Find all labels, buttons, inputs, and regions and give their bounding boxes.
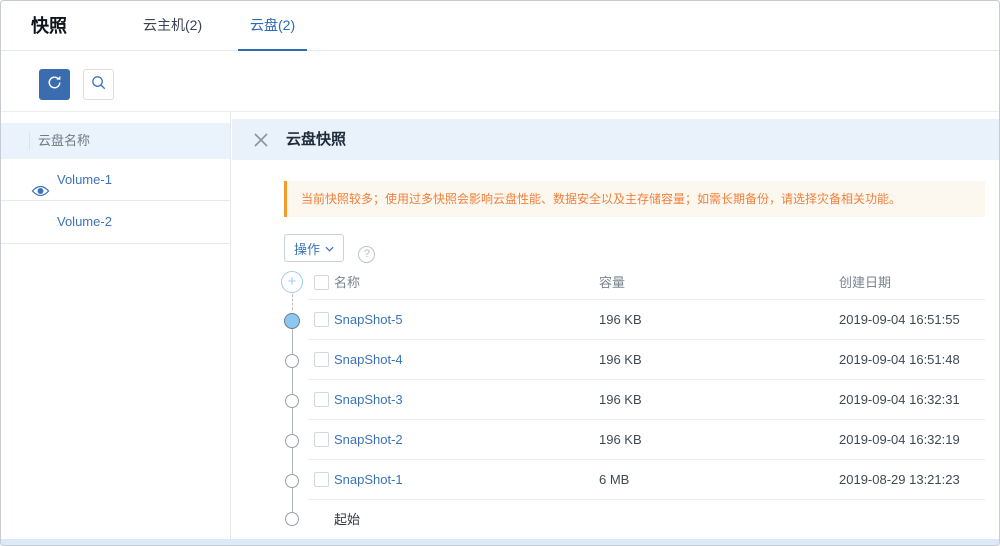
bottom-strip <box>1 539 999 545</box>
refresh-icon <box>46 74 63 96</box>
snapshot-date: 2019-09-04 16:32:31 <box>839 380 960 419</box>
snapshot-name-link[interactable]: SnapShot-2 <box>334 420 403 459</box>
search-icon <box>90 74 107 96</box>
snapshot-size: 196 KB <box>599 300 642 339</box>
snapshot-table: 名称 容量 创建日期 SnapShot-5 196 KB 2019-09-04 … <box>232 266 999 540</box>
column-header-size: 容量 <box>599 266 625 299</box>
row-checkbox[interactable] <box>314 432 329 447</box>
table-row: SnapShot-3 196 KB 2019-09-04 16:32:31 <box>308 380 985 420</box>
help-icon[interactable]: ? <box>358 246 375 263</box>
warning-banner: 当前快照较多；使用过多快照会影响云盘性能、数据安全以及主存储容量；如需长期备份，… <box>284 181 985 217</box>
search-button[interactable] <box>83 69 114 100</box>
table-row-origin: 起始 <box>308 500 985 540</box>
table-row: SnapShot-5 196 KB 2019-09-04 16:51:55 <box>308 300 985 340</box>
column-header-name: 名称 <box>334 266 360 299</box>
sidebar-item-volume-1[interactable]: Volume-1 <box>1 159 230 201</box>
snapshot-date: 2019-09-04 16:51:55 <box>839 300 960 339</box>
row-checkbox[interactable] <box>314 392 329 407</box>
tab-volumes[interactable]: 云盘(2) <box>238 1 307 51</box>
snapshot-name-link[interactable]: SnapShot-1 <box>334 460 403 499</box>
actions-bar: 操作 ? <box>284 234 375 263</box>
close-icon[interactable] <box>253 132 269 148</box>
panel-header: 云盘快照 <box>232 119 999 160</box>
volume-name: Volume-2 <box>57 201 112 243</box>
volume-sidebar: 云盘名称 Volume-1 Volume-2 <box>1 112 231 539</box>
snapshot-name-link[interactable]: SnapShot-3 <box>334 380 403 419</box>
snapshot-size: 196 KB <box>599 420 642 459</box>
snapshot-date: 2019-08-29 13:21:23 <box>839 460 960 499</box>
row-checkbox[interactable] <box>314 312 329 327</box>
snapshot-size: 196 KB <box>599 380 642 419</box>
snapshot-date: 2019-09-04 16:51:48 <box>839 340 960 379</box>
app-header: 快照 云主机(2) 云盘(2) <box>1 1 999 51</box>
operation-label: 操作 <box>294 242 320 257</box>
sidebar-item-volume-2[interactable]: Volume-2 <box>1 201 230 244</box>
table-row: SnapShot-4 196 KB 2019-09-04 16:51:48 <box>308 340 985 380</box>
chevron-down-icon <box>325 235 334 261</box>
page-title: 快照 <box>31 1 67 51</box>
volume-name: Volume-1 <box>57 159 112 200</box>
snapshot-window: 快照 云主机(2) 云盘(2) 云盘名称 <box>0 0 1000 546</box>
warning-text: 当前快照较多；使用过多快照会影响云盘性能、数据安全以及主存储容量；如需长期备份，… <box>301 192 901 206</box>
select-all-checkbox[interactable] <box>314 275 329 290</box>
snapshot-size: 196 KB <box>599 340 642 379</box>
snapshot-size: 6 MB <box>599 460 629 499</box>
row-checkbox[interactable] <box>314 352 329 367</box>
eye-icon <box>31 173 50 187</box>
column-divider <box>29 132 30 150</box>
column-header-date: 创建日期 <box>839 266 891 299</box>
snapshot-name-link[interactable]: SnapShot-5 <box>334 300 403 339</box>
table-row: SnapShot-1 6 MB 2019-08-29 13:21:23 <box>308 460 985 500</box>
tab-vm-instances[interactable]: 云主机(2) <box>131 1 214 51</box>
volume-list-header: 云盘名称 <box>1 123 230 159</box>
table-row: SnapShot-2 196 KB 2019-09-04 16:32:19 <box>308 420 985 460</box>
panel-title: 云盘快照 <box>286 119 346 160</box>
operation-dropdown-button[interactable]: 操作 <box>284 234 344 262</box>
snapshot-date: 2019-09-04 16:32:19 <box>839 420 960 459</box>
snapshot-panel: 云盘快照 当前快照较多；使用过多快照会影响云盘性能、数据安全以及主存储容量；如需… <box>232 112 999 539</box>
table-header-row: 名称 容量 创建日期 <box>308 266 985 300</box>
snapshot-name-link[interactable]: SnapShot-4 <box>334 340 403 379</box>
volume-list-header-label: 云盘名称 <box>38 133 90 148</box>
row-checkbox[interactable] <box>314 472 329 487</box>
refresh-button[interactable] <box>39 69 70 100</box>
origin-label: 起始 <box>334 500 360 539</box>
